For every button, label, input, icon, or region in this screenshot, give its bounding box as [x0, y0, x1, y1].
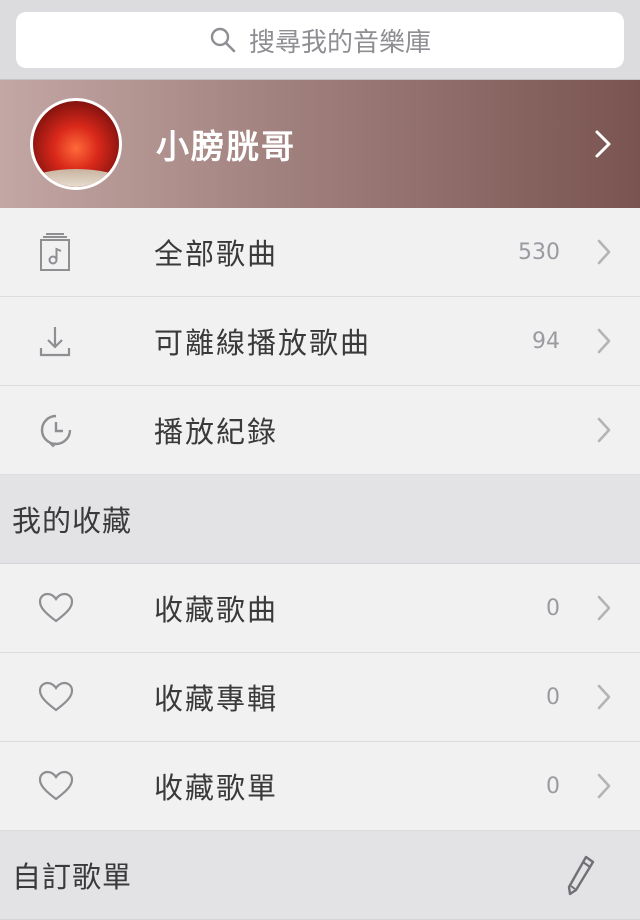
library-label: 全部歌曲 — [154, 237, 279, 271]
favorite-label: 收藏歌曲 — [154, 593, 279, 627]
section-title: 自訂歌單 — [12, 860, 133, 894]
section-custom-playlists-header: 自訂歌單 — [0, 831, 640, 920]
chevron-right-icon — [597, 239, 611, 265]
library-label: 播放紀錄 — [154, 415, 279, 449]
search-input[interactable]: 搜尋我的音樂庫 — [16, 12, 624, 68]
search-icon — [210, 27, 236, 53]
favorite-row-albums[interactable]: 收藏專輯 0 — [0, 653, 640, 742]
history-clock-icon — [40, 414, 72, 448]
library-row-all-songs[interactable]: 全部歌曲 530 — [0, 208, 640, 297]
avatar — [30, 98, 122, 190]
music-file-icon — [40, 233, 70, 271]
favorite-row-songs[interactable]: 收藏歌曲 0 — [0, 564, 640, 653]
library-row-offline[interactable]: 可離線播放歌曲 94 — [0, 297, 640, 386]
favorite-count: 0 — [546, 595, 560, 621]
chevron-right-icon — [597, 684, 611, 710]
chevron-right-icon — [595, 130, 611, 158]
pencil-icon[interactable] — [566, 854, 596, 896]
library-row-history[interactable]: 播放紀錄 — [0, 386, 640, 475]
chevron-right-icon — [597, 328, 611, 354]
section-favorites-header: 我的收藏 — [0, 475, 640, 564]
section-title: 我的收藏 — [12, 504, 133, 538]
heart-icon — [38, 681, 74, 712]
heart-icon — [38, 770, 74, 801]
favorite-count: 0 — [546, 684, 560, 710]
favorite-count: 0 — [546, 773, 560, 799]
library-label: 可離線播放歌曲 — [154, 326, 372, 360]
favorite-row-playlists[interactable]: 收藏歌單 0 — [0, 742, 640, 831]
chevron-right-icon — [597, 595, 611, 621]
library-count: 530 — [518, 239, 560, 265]
chevron-right-icon — [597, 417, 611, 443]
favorite-label: 收藏歌單 — [154, 771, 279, 805]
search-bar: 搜尋我的音樂庫 — [0, 0, 640, 80]
chevron-right-icon — [597, 773, 611, 799]
profile-header[interactable]: 小膀胱哥 — [0, 80, 640, 208]
search-placeholder: 搜尋我的音樂庫 — [248, 27, 431, 58]
favorite-label: 收藏專輯 — [154, 682, 279, 716]
heart-icon — [38, 592, 74, 623]
library-count: 94 — [532, 328, 560, 354]
profile-name: 小膀胱哥 — [156, 127, 296, 166]
download-icon — [39, 327, 71, 357]
